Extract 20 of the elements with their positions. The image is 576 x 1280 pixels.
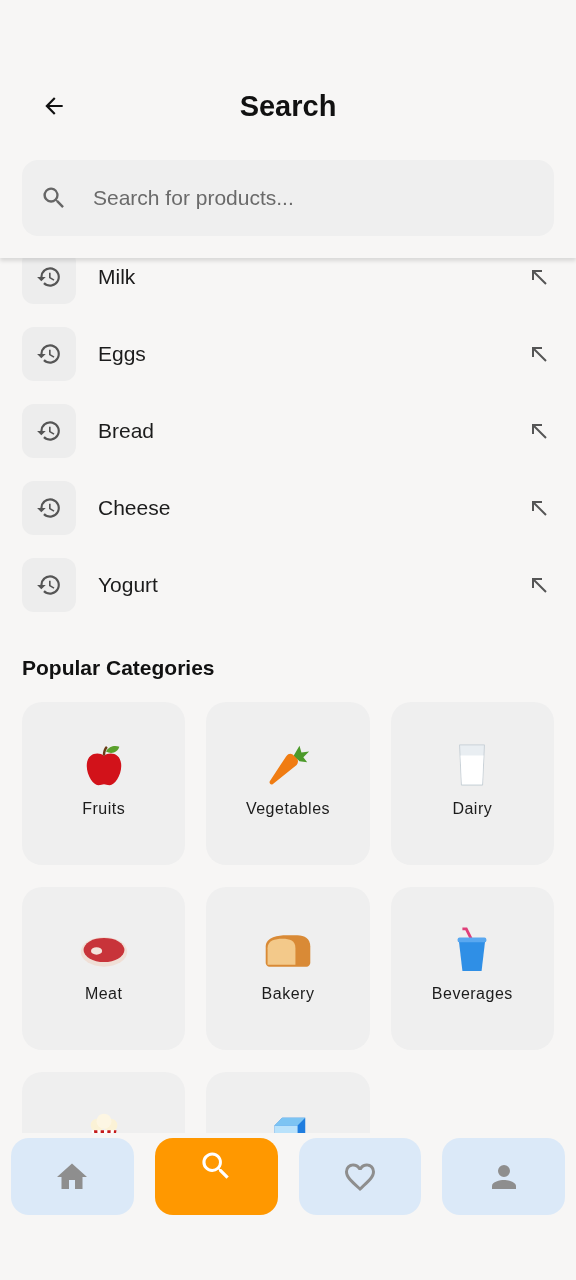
category-card[interactable]: Meat xyxy=(22,887,186,1050)
category-label: Fruits xyxy=(82,800,126,818)
recent-search-item[interactable]: Yogurt xyxy=(98,573,527,597)
category-label: Meat xyxy=(84,985,123,1003)
recent-search-item[interactable]: Milk xyxy=(98,265,527,289)
page-title: Search xyxy=(239,89,337,123)
category-label: Beverages xyxy=(431,985,513,1003)
category-card[interactable]: Beverages xyxy=(390,887,554,1050)
section-title: Popular Categories xyxy=(22,656,216,680)
category-label: Dairy xyxy=(452,800,493,818)
category-label: Bakery xyxy=(261,985,315,1003)
recent-search-item[interactable]: Eggs xyxy=(98,342,527,366)
category-card[interactable]: Vegetables xyxy=(206,702,370,865)
recent-search-item[interactable]: Cheese xyxy=(98,496,527,520)
category-card[interactable]: Bakery xyxy=(206,887,370,1050)
search-field[interactable]: Search for products... xyxy=(22,160,554,236)
category-card[interactable]: Dairy xyxy=(390,702,554,865)
recent-search-item[interactable]: Bread xyxy=(98,419,527,443)
category-card[interactable]: Fruits xyxy=(22,702,186,865)
category-label: Vegetables xyxy=(245,800,331,818)
